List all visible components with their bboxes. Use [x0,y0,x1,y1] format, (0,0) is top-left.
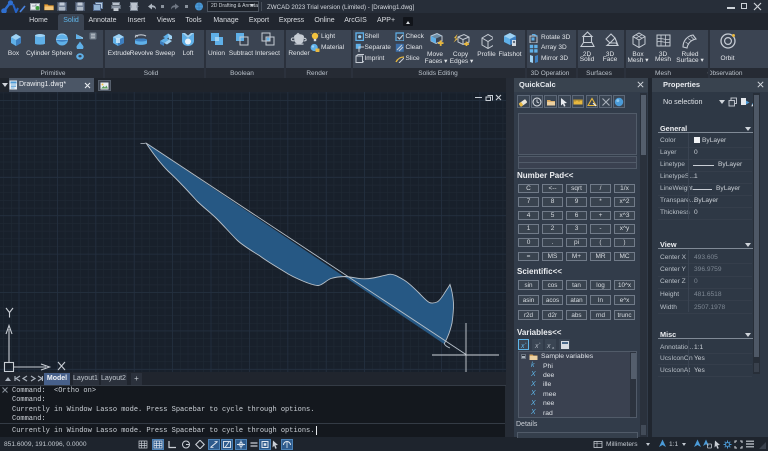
svg-text:*: * [525,341,527,346]
svg-text:*: * [539,341,541,346]
svg-text:x: x [546,343,551,350]
svg-text:a: a [552,345,555,350]
